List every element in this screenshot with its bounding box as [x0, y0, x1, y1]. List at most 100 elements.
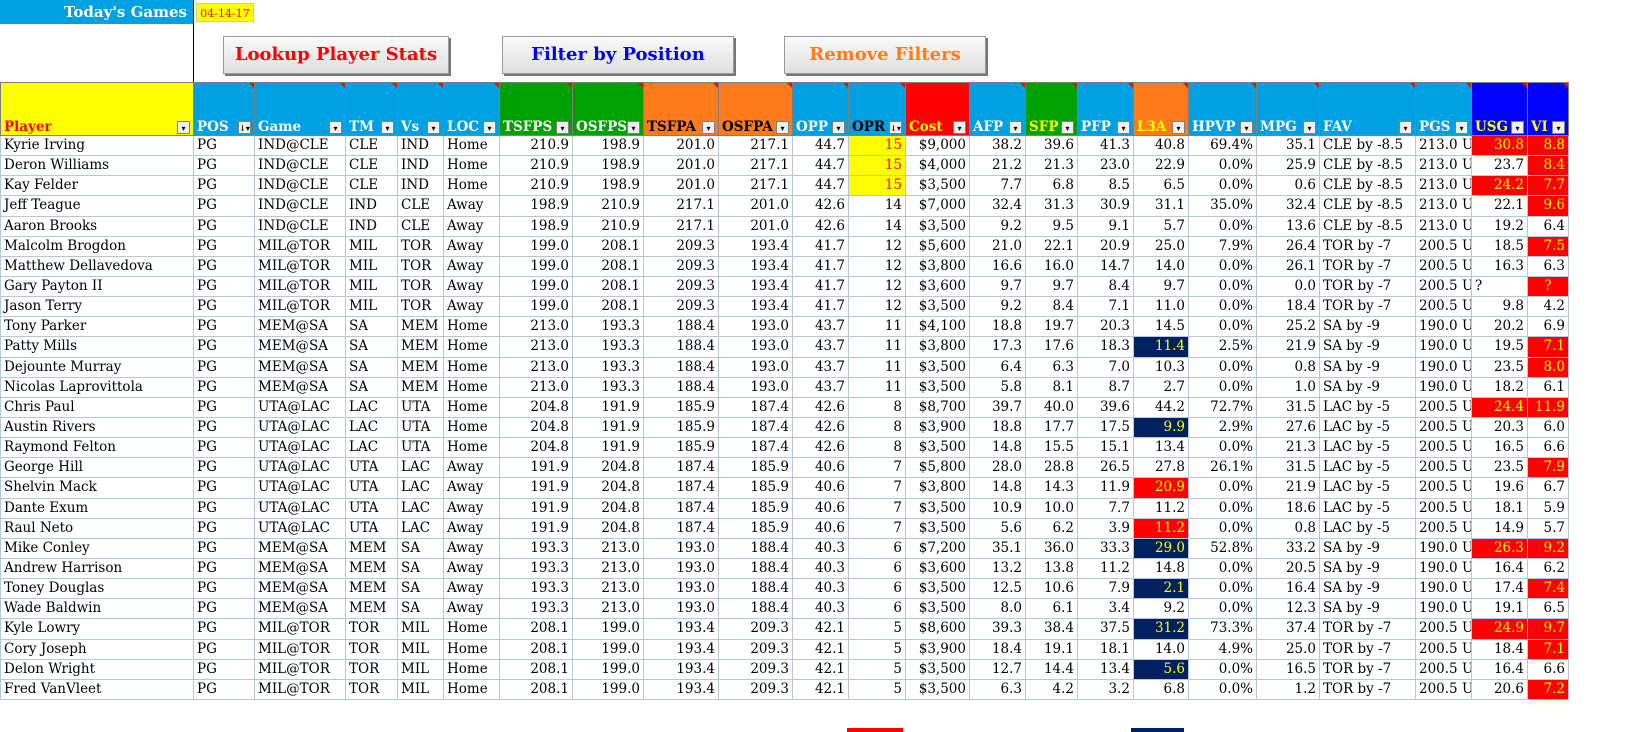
- table-row[interactable]: Wade Baldwin PG MEM@SA MEM SA Away 193.3 213.0 1…: [0, 598, 1569, 620]
- cell-sfp[interactable]: 21.3: [1025, 155, 1078, 177]
- cell-pfp[interactable]: 7.0: [1077, 356, 1134, 378]
- cell-pgs[interactable]: 200.5 U: [1415, 235, 1472, 257]
- cell-game[interactable]: MEM@SA: [254, 598, 346, 620]
- cell-hpvp[interactable]: 2.5%: [1188, 336, 1257, 358]
- table-row[interactable]: Delon Wright PG MIL@TOR TOR MIL Home 208.1 199.…: [0, 658, 1569, 680]
- cell-fav[interactable]: SA by -9: [1319, 557, 1416, 580]
- cell-sfp[interactable]: 9.5: [1025, 215, 1078, 237]
- player-name-cell[interactable]: Raul Neto: [0, 517, 194, 539]
- cell-hpvp[interactable]: 0.0%: [1188, 215, 1257, 237]
- cell-mpg[interactable]: 0.6: [1256, 175, 1320, 197]
- cell-opr[interactable]: 7: [848, 517, 906, 539]
- cell-osfps[interactable]: 193.3: [572, 376, 644, 398]
- cell-pos[interactable]: PG: [193, 437, 255, 459]
- cell-tsfpa[interactable]: 188.4: [643, 376, 719, 398]
- cell-osfps[interactable]: 193.3: [572, 336, 644, 358]
- cell-opp[interactable]: 41.7: [792, 296, 849, 318]
- cell-pos[interactable]: PG: [193, 155, 255, 177]
- cell-game[interactable]: MIL@TOR: [254, 658, 346, 680]
- cell-osfps[interactable]: 210.9: [572, 195, 644, 217]
- cell-cost[interactable]: $3,500: [905, 175, 970, 197]
- cell-pos[interactable]: PG: [193, 275, 255, 298]
- filter-dropdown-icon[interactable]: ▾: [556, 121, 569, 134]
- cell-vs[interactable]: LAC: [397, 497, 444, 519]
- cell-cost[interactable]: $3,500: [905, 578, 970, 600]
- cell-pgs[interactable]: 200.5 U: [1415, 638, 1472, 660]
- cell-afp[interactable]: 35.1: [969, 537, 1026, 559]
- cell-loc[interactable]: Home: [443, 356, 500, 378]
- cell-tm[interactable]: SA: [345, 376, 398, 398]
- cell-vs[interactable]: MEM: [397, 316, 444, 338]
- cell-usg[interactable]: 9.8: [1471, 296, 1528, 318]
- cell-afp[interactable]: 9.7: [969, 275, 1026, 298]
- cell-pfp[interactable]: 18.1: [1077, 638, 1134, 660]
- cell-l3a[interactable]: 14.8: [1133, 557, 1189, 580]
- cell-opr[interactable]: 7: [848, 457, 906, 479]
- cell-tm[interactable]: SA: [345, 316, 398, 338]
- table-row[interactable]: Raymond Felton PG UTA@LAC LAC UTA Home 204.8 19…: [0, 437, 1569, 459]
- cell-tsfps[interactable]: 210.9: [499, 155, 573, 177]
- cell-hpvp[interactable]: 0.0%: [1188, 598, 1257, 620]
- cell-mpg[interactable]: 12.3: [1256, 598, 1320, 620]
- cell-game[interactable]: UTA@LAC: [254, 497, 346, 519]
- cell-usg[interactable]: 22.1: [1471, 195, 1528, 217]
- cell-vs[interactable]: LAC: [397, 477, 444, 499]
- cell-pos[interactable]: PG: [193, 477, 255, 499]
- cell-opr[interactable]: 14: [848, 215, 906, 237]
- cell-hpvp[interactable]: 0.0%: [1188, 296, 1257, 318]
- player-name-cell[interactable]: Deron Williams: [0, 155, 194, 177]
- cell-loc[interactable]: Away: [443, 215, 500, 237]
- cell-opr[interactable]: 15: [848, 155, 906, 177]
- player-name-cell[interactable]: Kyrie Irving: [0, 134, 194, 157]
- cell-afp[interactable]: 21.0: [969, 235, 1026, 257]
- column-header-tsfpa[interactable]: TSFPA ▾: [643, 82, 719, 136]
- cell-sfp[interactable]: 6.1: [1025, 598, 1078, 620]
- cell-pfp[interactable]: 20.9: [1077, 235, 1134, 257]
- cell-afp[interactable]: 8.0: [969, 598, 1026, 620]
- cell-osfpa[interactable]: 187.4: [718, 416, 793, 439]
- cell-tsfps[interactable]: 199.0: [499, 235, 573, 257]
- cell-hpvp[interactable]: 72.7%: [1188, 396, 1257, 418]
- cell-game[interactable]: UTA@LAC: [254, 396, 346, 418]
- cell-vs[interactable]: MEM: [397, 376, 444, 398]
- cell-cost[interactable]: $8,700: [905, 396, 970, 418]
- cell-loc[interactable]: Home: [443, 638, 500, 660]
- cell-vs[interactable]: UTA: [397, 416, 444, 439]
- cell-l3a[interactable]: 40.8: [1133, 134, 1189, 157]
- cell-pgs[interactable]: 190.0 U: [1415, 537, 1472, 559]
- column-header-pos[interactable]: POS ↓▾: [193, 82, 255, 136]
- cell-game[interactable]: UTA@LAC: [254, 457, 346, 479]
- table-row[interactable]: Shelvin Mack PG UTA@LAC UTA LAC Away 191.9 204.…: [0, 477, 1569, 499]
- cell-cost[interactable]: $3,900: [905, 638, 970, 660]
- table-row[interactable]: Chris Paul PG UTA@LAC LAC UTA Home 204.8 191.9 1…: [0, 396, 1569, 418]
- cell-pfp[interactable]: 14.7: [1077, 255, 1134, 277]
- cell-l3a[interactable]: 11.2: [1133, 497, 1189, 519]
- column-header-vi[interactable]: VI ▾: [1527, 82, 1569, 136]
- cell-osfpa[interactable]: 185.9: [718, 497, 793, 519]
- sort-filter-dropdown-icon[interactable]: ↓▾: [889, 121, 902, 134]
- cell-pgs[interactable]: 213.0 U: [1415, 175, 1472, 197]
- cell-tsfpa[interactable]: 185.9: [643, 437, 719, 459]
- cell-tm[interactable]: SA: [345, 336, 398, 358]
- filter-dropdown-icon[interactable]: ▾: [177, 121, 190, 134]
- cell-afp[interactable]: 12.5: [969, 578, 1026, 600]
- player-name-cell[interactable]: Aaron Brooks: [0, 215, 194, 237]
- cell-osfpa[interactable]: 193.4: [718, 235, 793, 257]
- cell-tsfpa[interactable]: 187.4: [643, 477, 719, 499]
- cell-loc[interactable]: Home: [443, 678, 500, 700]
- cell-osfpa[interactable]: 193.0: [718, 356, 793, 378]
- cell-tsfps[interactable]: 191.9: [499, 517, 573, 539]
- cell-vs[interactable]: CLE: [397, 195, 444, 217]
- cell-osfpa[interactable]: 187.4: [718, 396, 793, 418]
- cell-sfp[interactable]: 28.8: [1025, 457, 1078, 479]
- cell-game[interactable]: MIL@TOR: [254, 638, 346, 660]
- filter-dropdown-icon[interactable]: ▾: [1117, 121, 1130, 134]
- cell-mpg[interactable]: 20.5: [1256, 557, 1320, 580]
- cell-l3a[interactable]: 29.0: [1133, 537, 1189, 559]
- cell-tsfps[interactable]: 193.3: [499, 578, 573, 600]
- cell-tm[interactable]: LAC: [345, 396, 398, 418]
- cell-pgs[interactable]: 190.0 U: [1415, 376, 1472, 398]
- cell-pos[interactable]: PG: [193, 195, 255, 217]
- cell-vi[interactable]: 9.6: [1527, 195, 1569, 217]
- cell-tsfps[interactable]: 193.3: [499, 537, 573, 559]
